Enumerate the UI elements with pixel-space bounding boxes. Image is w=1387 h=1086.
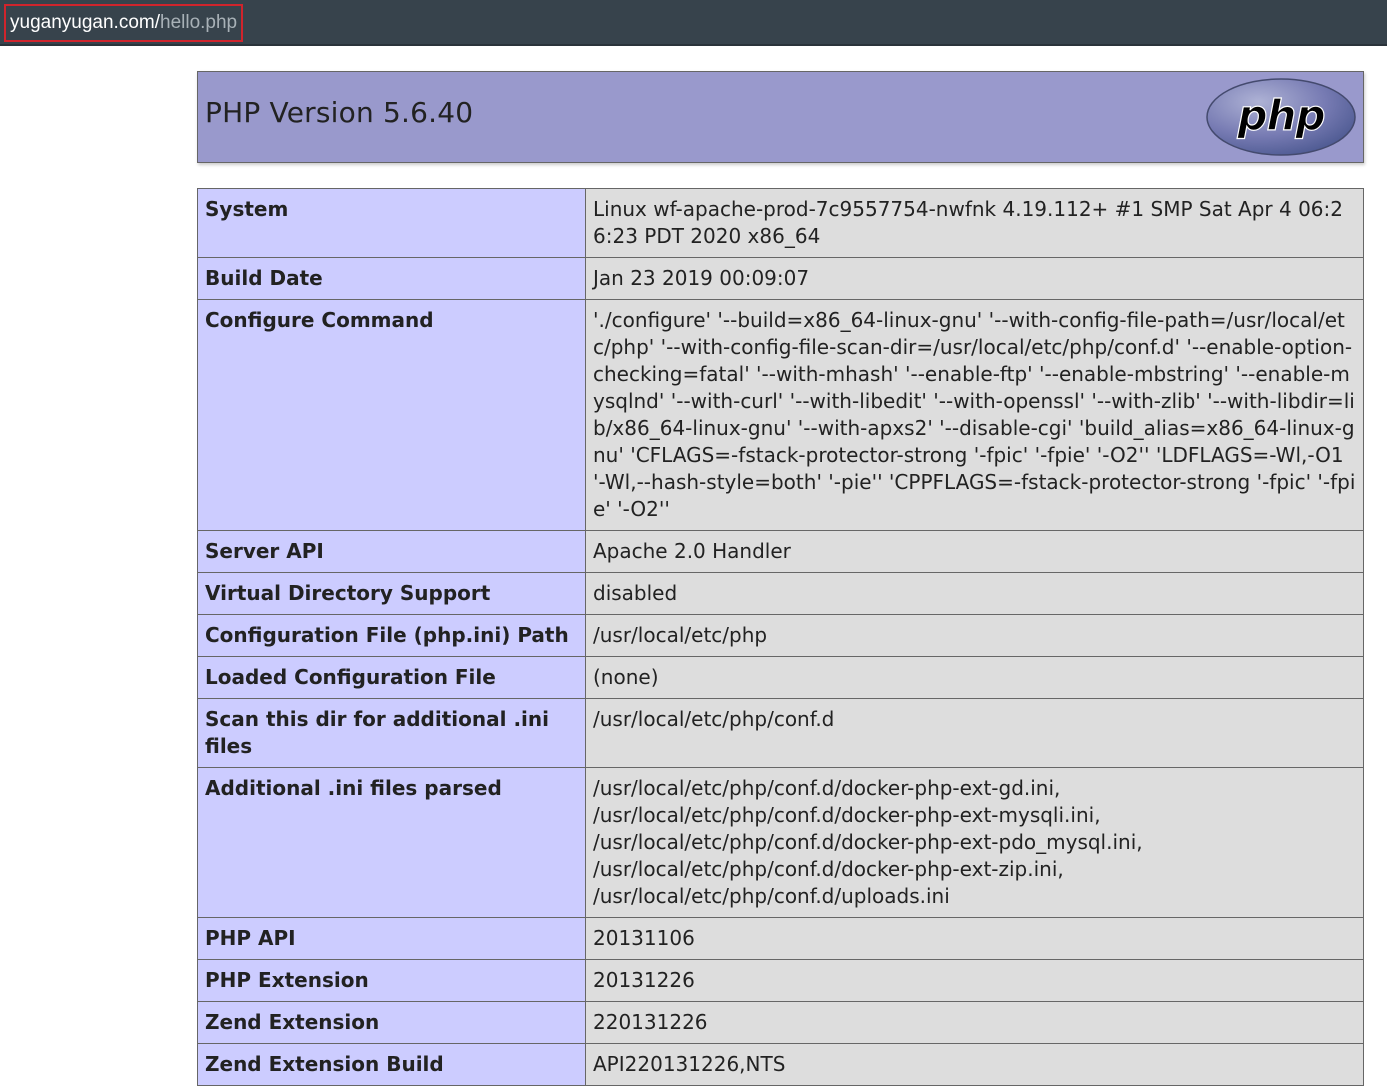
url-path: hello.php — [160, 12, 238, 33]
row-value-line: /usr/local/etc/php/conf.d/uploads.ini — [593, 884, 950, 908]
row-value: API220131226,NTS — [585, 1043, 1364, 1086]
row-key: Configure Command — [197, 299, 586, 531]
table-row: Zend Extension Build API220131226,NTS — [197, 1043, 1364, 1086]
table-row: Configure Command './configure' '--build=… — [197, 299, 1364, 531]
table-row: Configuration File (php.ini) Path/usr/lo… — [197, 614, 1364, 657]
row-key: PHP Extension — [197, 959, 586, 1002]
row-value: (none) — [585, 656, 1364, 699]
browser-toolbar: yuganyugan.com/hello.php — [0, 0, 1387, 46]
row-key: Additional .ini files parsed — [197, 767, 586, 918]
row-value: 20131106 — [585, 917, 1364, 960]
table-row: Server API Apache 2.0 Handler — [197, 530, 1364, 573]
table-row: Build Date Jan 23 2019 00:09:07 — [197, 257, 1364, 300]
table-row: Zend Extension 220131226 — [197, 1001, 1364, 1044]
row-value-line: /usr/local/etc/php/conf.d/docker-php-ext… — [593, 857, 1064, 881]
address-bar[interactable]: yuganyugan.com/hello.php — [4, 4, 244, 42]
table-row: System Linux wf-apache-prod-7c9557754-nwf… — [197, 188, 1364, 258]
row-key: Loaded Configuration File — [197, 656, 586, 699]
row-key: Virtual Directory Support — [197, 572, 586, 615]
row-value-line: /usr/local/etc/php/conf.d/docker-php-ext… — [593, 830, 1143, 854]
url-host: yuganyugan.com/ — [10, 12, 160, 33]
row-value: 20131226 — [585, 959, 1364, 1002]
row-value: './configure' '--build=x86_64-linux-gnu'… — [585, 299, 1364, 531]
row-value: /usr/local/etc/php/conf.d/docker-php-ext… — [585, 767, 1364, 918]
table-row: Additional .ini files parsed/usr/local/e… — [197, 767, 1364, 918]
table-row: Virtual Directory Support disabled — [197, 572, 1364, 615]
php-logo-text: php — [1236, 91, 1324, 140]
row-key: Scan this dir for additional .ini files — [197, 698, 586, 768]
row-key: Server API — [197, 530, 586, 573]
row-key: Configuration File (php.ini) Path — [197, 614, 586, 657]
row-key: PHP API — [197, 917, 586, 960]
table-row: Scan this dir for additional .ini files /… — [197, 698, 1364, 768]
row-value: /usr/local/etc/php/conf.d — [585, 698, 1364, 768]
php-logo-icon: php — [1206, 78, 1356, 156]
table-row: PHP Extension 20131226 — [197, 959, 1364, 1002]
row-value: disabled — [585, 572, 1364, 615]
row-key: Zend Extension — [197, 1001, 586, 1044]
row-value: 220131226 — [585, 1001, 1364, 1044]
row-value: /usr/local/etc/php — [585, 614, 1364, 657]
page-title: PHP Version 5.6.40 — [205, 96, 474, 129]
row-value: Jan 23 2019 00:09:07 — [585, 257, 1364, 300]
row-value: Linux wf-apache-prod-7c9557754-nwfnk 4.1… — [585, 188, 1364, 258]
row-value: Apache 2.0 Handler — [585, 530, 1364, 573]
table-row: PHP API 20131106 — [197, 917, 1364, 960]
table-row: Loaded Configuration File (none) — [197, 656, 1364, 699]
row-value-line: /usr/local/etc/php/conf.d/docker-php-ext… — [593, 803, 1101, 827]
row-key: Zend Extension Build — [197, 1043, 586, 1086]
row-value-line: /usr/local/etc/php/conf.d/docker-php-ext… — [593, 776, 1061, 800]
row-key: System — [197, 188, 586, 258]
php-version-header: PHP Version 5.6.40 php — [197, 71, 1364, 163]
system-info-table: System Linux wf-apache-prod-7c9557754-nwf… — [197, 188, 1364, 1086]
phpinfo-page: PHP Version 5.6.40 php System Linux wf-ap… — [197, 71, 1364, 1086]
row-key: Build Date — [197, 257, 586, 300]
